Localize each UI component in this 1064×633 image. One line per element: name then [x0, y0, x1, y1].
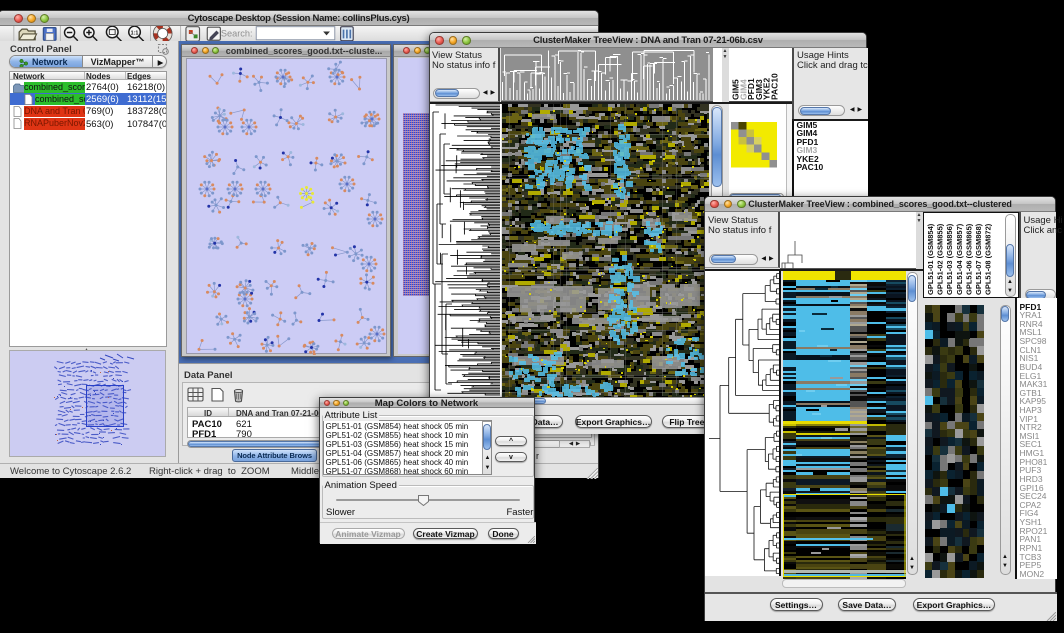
- svg-text:GPL51-06 (GSM865): GPL51-06 (GSM865): [964, 223, 973, 295]
- svg-text:GPL51-03 (GSM856): GPL51-03 (GSM856): [945, 223, 954, 295]
- svg-text:GPL51-02 (GSM855): GPL51-02 (GSM855): [935, 223, 944, 295]
- svg-text:Search:: Search:: [221, 28, 253, 38]
- svg-text:GPL51-04 (GSM857): GPL51-04 (GSM857): [954, 223, 963, 295]
- svg-text:1:1: 1:1: [131, 30, 139, 36]
- svg-text:PAC10: PAC10: [769, 72, 779, 99]
- svg-text:GPL51-07 (GSM868): GPL51-07 (GSM868): [974, 223, 983, 295]
- svg-text:GPL51-08 (GSM872): GPL51-08 (GSM872): [983, 223, 992, 295]
- svg-text:GPL51-01 (GSM854): GPL51-01 (GSM854): [926, 223, 935, 295]
